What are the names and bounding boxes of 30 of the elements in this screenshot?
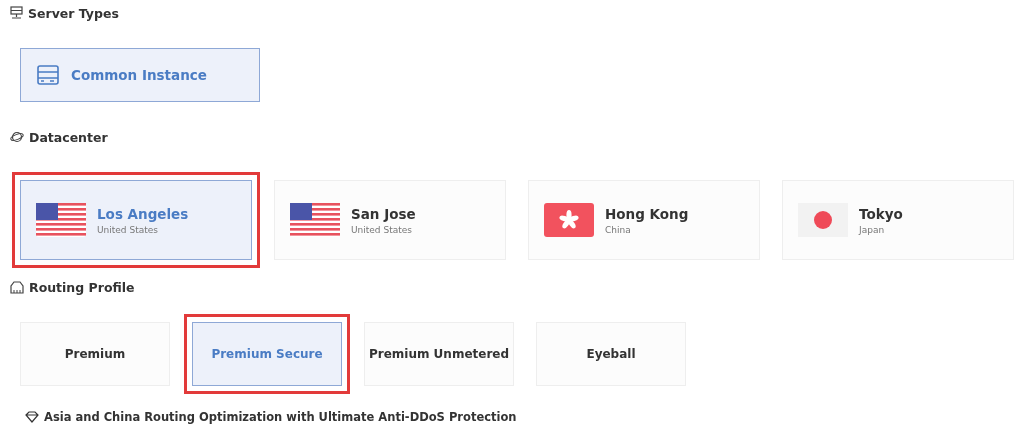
routing-option[interactable]: Premium Secure — [192, 322, 342, 386]
flag-icon — [798, 203, 848, 237]
section-title: Routing Profile — [29, 279, 135, 295]
server-type-option[interactable]: Common Instance — [20, 48, 260, 102]
datacenter-option[interactable]: Hong Kong China — [528, 180, 760, 260]
country-name: China — [605, 224, 632, 235]
planet-icon — [10, 131, 24, 143]
section-title: Server Types — [28, 5, 119, 21]
datacenter-option[interactable]: Los Angeles United States — [20, 180, 252, 260]
country-name: United States — [97, 224, 159, 235]
flag-icon — [544, 203, 594, 237]
city-name: San Jose — [351, 205, 416, 222]
router-icon — [10, 280, 24, 294]
diamond-icon — [25, 411, 39, 423]
city-name: Los Angeles — [97, 205, 189, 222]
city-name: Tokyo — [859, 205, 903, 222]
datacenter-option[interactable]: San Jose United States — [274, 180, 506, 260]
country-name: Japan — [859, 224, 886, 235]
flag-icon — [36, 203, 86, 237]
datacenter-option[interactable]: Tokyo Japan — [782, 180, 1014, 260]
server-icon — [10, 6, 23, 20]
city-name: Hong Kong — [605, 205, 689, 222]
flag-icon — [290, 203, 340, 237]
routing-option[interactable]: Premium — [20, 322, 170, 386]
country-name: United States — [351, 224, 413, 235]
section-title: Datacenter — [29, 129, 108, 145]
server-icon — [37, 65, 59, 85]
routing-option[interactable]: Premium Unmetered — [364, 322, 514, 386]
routing-description: Asia and China Routing Optimization with Ultimate Anti-DDoS Protection — [44, 410, 517, 424]
routing-option[interactable]: Eyeball — [536, 322, 686, 386]
